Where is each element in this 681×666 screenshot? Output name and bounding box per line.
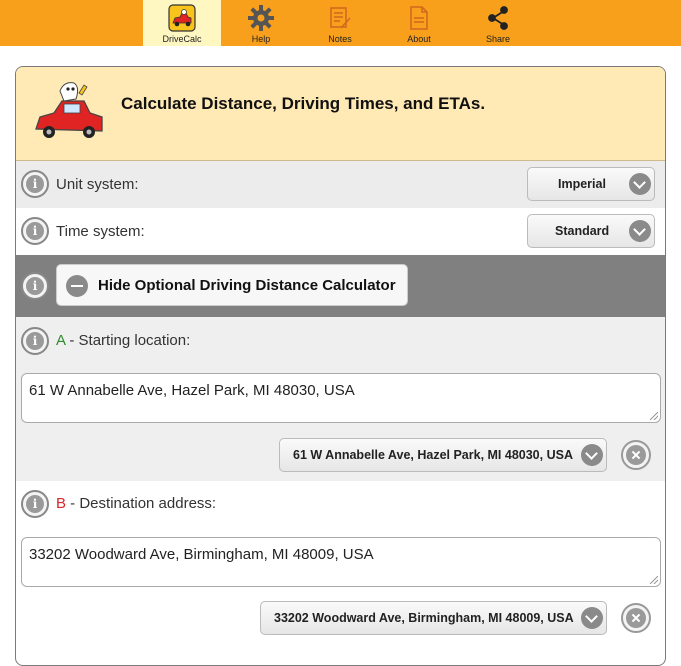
- unit-system-row: i Unit system: Imperial: [16, 161, 665, 208]
- tab-label: About: [407, 34, 431, 44]
- time-system-label: Time system:: [56, 223, 145, 240]
- notepad-pencil-icon: [330, 7, 351, 29]
- tab-about[interactable]: About: [380, 0, 458, 46]
- destination-text: - Destination address:: [66, 495, 217, 512]
- starting-location-select[interactable]: 61 W Annabelle Ave, Hazel Park, MI 48030…: [279, 438, 607, 472]
- document-icon: [410, 6, 428, 30]
- hero-header: Calculate Distance, Driving Times, and E…: [16, 67, 665, 161]
- destination-section: i B - Destination address: 33202 Woodwar…: [16, 481, 665, 651]
- starting-location-label: A - Starting location:: [56, 332, 190, 349]
- resize-grip-icon[interactable]: [650, 576, 658, 584]
- tab-drivecalc[interactable]: DriveCalc: [143, 0, 221, 46]
- info-icon[interactable]: i: [21, 170, 49, 198]
- unit-system-label: Unit system:: [56, 176, 139, 193]
- destination-value: 33202 Woodward Ave, Birmingham, MI 48009…: [29, 546, 374, 563]
- drivecalc-card: Calculate Distance, Driving Times, and E…: [15, 66, 666, 666]
- hide-calculator-button[interactable]: Hide Optional Driving Distance Calculato…: [56, 264, 408, 306]
- chevron-down-icon: [581, 607, 603, 629]
- info-icon[interactable]: i: [21, 490, 49, 518]
- info-icon[interactable]: i: [21, 327, 49, 355]
- tab-label: Notes: [328, 34, 352, 44]
- time-system-select[interactable]: Standard: [527, 214, 655, 248]
- chevron-down-icon: [581, 444, 603, 466]
- chevron-down-icon: [629, 220, 651, 242]
- letter-b: B: [56, 495, 67, 512]
- tab-share[interactable]: Share: [459, 0, 537, 46]
- starting-location-text: - Starting location:: [65, 332, 191, 349]
- unit-system-select[interactable]: Imperial: [527, 167, 655, 201]
- tab-notes[interactable]: Notes: [301, 0, 379, 46]
- resize-grip-icon[interactable]: [650, 412, 658, 420]
- time-system-row: i Time system: Standard: [16, 208, 665, 255]
- tab-help[interactable]: Help: [222, 0, 300, 46]
- starting-location-selected: 61 W Annabelle Ave, Hazel Park, MI 48030…: [293, 448, 573, 462]
- chevron-down-icon: [629, 173, 651, 195]
- letter-a: A: [56, 332, 66, 349]
- page-title: Calculate Distance, Driving Times, and E…: [121, 94, 486, 113]
- minus-circle-icon: [66, 275, 88, 297]
- tab-label: DriveCalc: [162, 34, 202, 44]
- starting-location-input[interactable]: 61 W Annabelle Ave, Hazel Park, MI 48030…: [21, 373, 661, 423]
- starting-location-section: i A - Starting location: 61 W Annabelle …: [16, 317, 665, 481]
- info-icon[interactable]: i: [21, 272, 49, 300]
- tab-label: Help: [251, 34, 271, 44]
- car-app-icon: [168, 4, 196, 32]
- toggle-row: i Hide Optional Driving Distance Calcula…: [16, 255, 665, 317]
- gear-icon: [248, 5, 274, 31]
- destination-input[interactable]: 33202 Woodward Ave, Birmingham, MI 48009…: [21, 537, 661, 587]
- clear-start-button[interactable]: [621, 440, 651, 470]
- clear-destination-button[interactable]: [621, 603, 651, 633]
- starting-location-value: 61 W Annabelle Ave, Hazel Park, MI 48030…: [29, 382, 355, 399]
- tab-label: Share: [485, 34, 511, 44]
- info-icon[interactable]: i: [21, 217, 49, 245]
- time-system-value: Standard: [555, 224, 610, 238]
- destination-select[interactable]: 33202 Woodward Ave, Birmingham, MI 48009…: [260, 601, 607, 635]
- destination-label: B - Destination address:: [56, 495, 216, 512]
- destination-selected: 33202 Woodward Ave, Birmingham, MI 48009…: [274, 611, 574, 625]
- car-mascot-logo: [35, 82, 103, 138]
- top-tab-bar: DriveCalc Help Notes About Share: [0, 0, 681, 46]
- unit-system-value: Imperial: [558, 177, 606, 191]
- hide-calculator-label: Hide Optional Driving Distance Calculato…: [98, 277, 396, 294]
- share-icon: [488, 6, 508, 30]
